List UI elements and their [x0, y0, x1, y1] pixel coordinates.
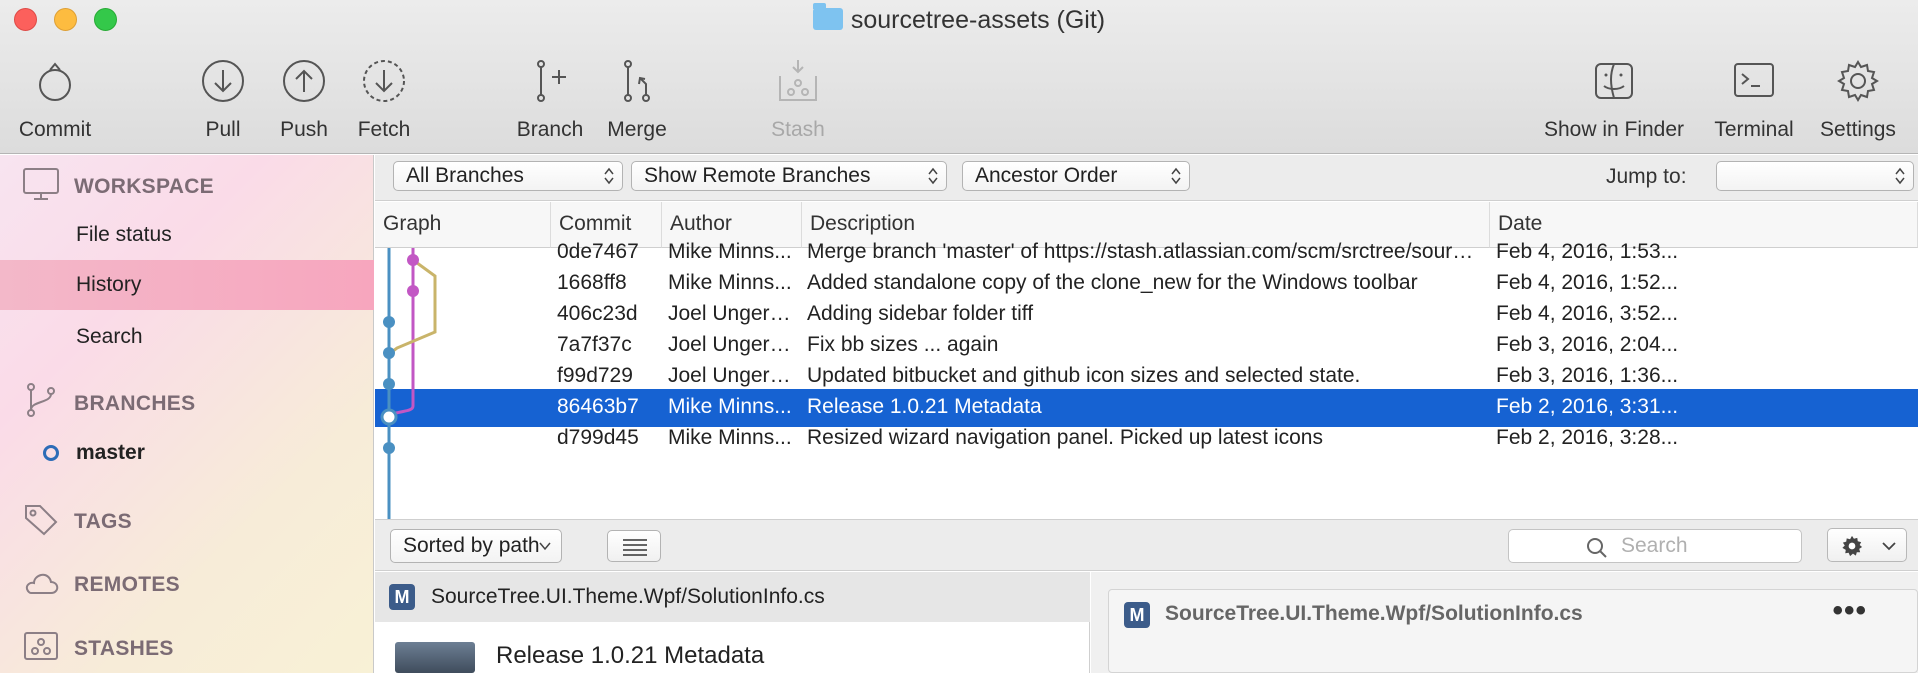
settings-label: Settings [1820, 118, 1896, 141]
updown-arrows-icon [928, 167, 938, 185]
merge-icon [624, 60, 650, 102]
gear-icon [1837, 60, 1879, 102]
workspace-icon [23, 168, 59, 200]
commit-label: Commit [18, 118, 92, 141]
stash-label: Stash [771, 118, 825, 141]
file-list-item[interactable]: M SourceTree.UI.Theme.Wpf/SolutionInfo.c… [375, 572, 1090, 622]
sidebar-item-history[interactable]: History [0, 260, 374, 310]
history-filter-bar: All Branches Show Remote Branches Ancest… [375, 155, 1918, 201]
branch-filter-value: All Branches [406, 164, 524, 187]
commit-button[interactable]: Commit [14, 56, 96, 142]
file-path: SourceTree.UI.Theme.Wpf/SolutionInfo.cs [431, 585, 825, 608]
changed-files-pane: M SourceTree.UI.Theme.Wpf/SolutionInfo.c… [375, 572, 1090, 673]
chevron-down-icon [1882, 542, 1896, 551]
pull-button[interactable]: Pull [195, 56, 251, 142]
settings-button[interactable]: Settings [1814, 56, 1902, 142]
updown-arrows-icon [604, 167, 614, 185]
push-button[interactable]: Push [274, 56, 334, 142]
fetch-label: Fetch [357, 118, 411, 141]
branch-button[interactable]: Branch [512, 56, 588, 142]
jump-to-select[interactable] [1716, 161, 1914, 191]
diff-pane: M SourceTree.UI.Theme.Wpf/SolutionInfo.c… [1091, 572, 1918, 673]
branches-icon [27, 383, 55, 417]
table-row[interactable]: d799d45 Mike Minns... Resized wizard navig… [375, 420, 1918, 458]
merge-button[interactable]: Merge [600, 56, 674, 142]
date-cell: Feb 2, 2016, 3:28... [1496, 426, 1679, 449]
stash-button[interactable]: Stash [762, 56, 834, 142]
push-icon [283, 60, 325, 102]
cloud-icon [25, 573, 59, 594]
updown-arrows-icon [1171, 167, 1181, 185]
jump-to-label: Jump to: [1606, 165, 1687, 188]
pull-label: Pull [205, 118, 241, 141]
commit-graph [380, 248, 437, 519]
remote-branches-select[interactable]: Show Remote Branches [631, 161, 947, 191]
remotes-header[interactable]: REMOTES [74, 573, 180, 597]
file-search-input[interactable]: Search [1508, 529, 1802, 563]
branch-label: Branch [516, 118, 584, 141]
window-title-text: sourcetree-assets (Git) [850, 6, 1106, 34]
sidebar-item-master[interactable]: master [0, 428, 374, 478]
workspace-header[interactable]: WORKSPACE [74, 175, 214, 199]
search-icon [1587, 538, 1607, 558]
diff-file-card: M SourceTree.UI.Theme.Wpf/SolutionInfo.c… [1108, 589, 1918, 673]
push-label: Push [280, 118, 328, 141]
terminal-button[interactable]: Terminal [1709, 56, 1799, 142]
remote-branches-value: Show Remote Branches [644, 164, 871, 187]
show-in-finder-label: Show in Finder [1543, 118, 1685, 141]
description-cell: Resized wizard navigation panel. Picked … [807, 426, 1323, 449]
gear-icon [1842, 535, 1863, 557]
finder-icon [1595, 63, 1633, 99]
terminal-icon [1734, 63, 1774, 97]
sidebar-item-search[interactable]: Search [0, 312, 374, 362]
tag-icon [25, 505, 58, 536]
stashes-header[interactable]: STASHES [74, 637, 174, 661]
show-in-finder-button[interactable]: Show in Finder [1537, 56, 1691, 142]
author-cell: Mike Minns... [668, 426, 792, 449]
list-view-button[interactable] [607, 530, 661, 562]
branch-icon [537, 60, 566, 102]
branches-header[interactable]: BRANCHES [74, 392, 195, 416]
sort-value: Sorted by path [403, 534, 540, 557]
merge-label: Merge [607, 118, 667, 141]
sidebar: WORKSPACE File status History Search BRA… [0, 155, 374, 673]
sidebar-item-file-status[interactable]: File status [0, 210, 374, 260]
window-title: sourcetree-assets (Git) [0, 3, 1918, 35]
modified-badge-icon: M [1124, 602, 1150, 628]
diff-file-path: SourceTree.UI.Theme.Wpf/SolutionInfo.cs [1165, 602, 1583, 625]
search-placeholder: Search [1621, 534, 1688, 557]
sort-select[interactable]: Sorted by path [390, 529, 562, 563]
terminal-label: Terminal [1714, 118, 1794, 141]
tags-header[interactable]: TAGS [74, 510, 132, 534]
folder-icon [812, 3, 843, 30]
file-list-toolbar: Sorted by path Search [375, 519, 1918, 571]
commit-hash-cell: d799d45 [557, 426, 639, 449]
more-options-icon[interactable]: ••• [1832, 594, 1867, 628]
order-select[interactable]: Ancestor Order [962, 161, 1190, 191]
commit-history-table: Graph Commit Author Description Date 0de… [375, 202, 1918, 519]
pull-icon [202, 60, 244, 102]
fetch-icon [363, 60, 405, 102]
list-icon [623, 539, 647, 556]
order-value: Ancestor Order [975, 164, 1118, 187]
fetch-button[interactable]: Fetch [352, 56, 416, 142]
modified-badge-icon: M [389, 584, 415, 610]
branch-filter-select[interactable]: All Branches [393, 161, 623, 191]
commit-icon [39, 62, 71, 101]
stash-icon [779, 60, 817, 101]
chevron-down-icon [539, 542, 551, 551]
updown-arrows-icon [1895, 167, 1905, 185]
stash-icon [24, 632, 58, 660]
window-titlebar: sourcetree-assets (Git) Commit Pull Push… [0, 0, 1918, 154]
author-avatar [395, 642, 475, 673]
commit-summary-title: Release 1.0.21 Metadata [496, 642, 765, 669]
file-options-button[interactable] [1827, 528, 1907, 562]
